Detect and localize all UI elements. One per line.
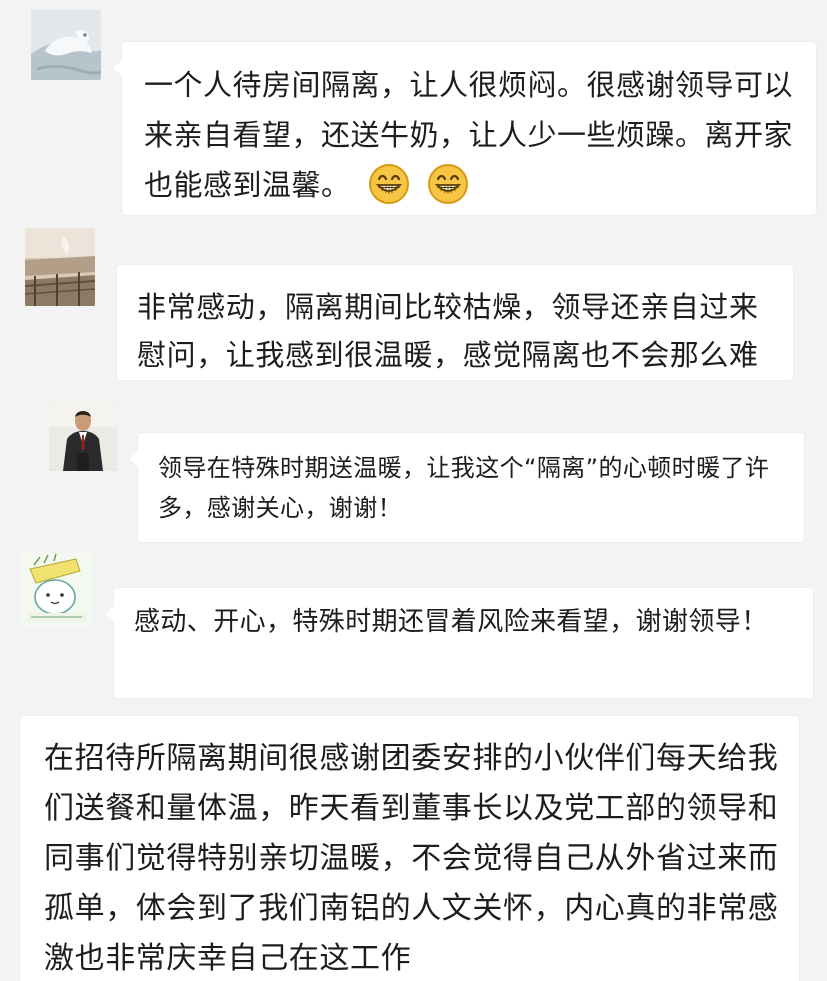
message-text: 感动、开心，特殊时期还冒着风险来看望，谢谢领导！ [134,607,768,637]
message-bubble[interactable]: 非常感动，隔离期间比较枯燥，领导还亲自过来慰问，让我感到很温暖，感觉隔离也不会那… [117,265,793,380]
avatar[interactable] [49,401,117,471]
message-bubble[interactable]: 感动、开心，特殊时期还冒着风险来看望，谢谢领导！ [105,588,813,698]
avatar[interactable] [31,10,101,80]
grinning-face-icon [427,163,469,205]
message-text: 在招待所隔离期间很感谢团委安排的小伙伴们每天给我们送餐和量体温，昨天看到董事长以… [44,741,779,976]
avatar[interactable] [22,553,92,626]
grinning-face-icon [368,163,410,205]
avatar-image [25,228,95,306]
message-bubble[interactable]: 领导在特殊时期送温暖，让我这个“隔离”的心顿时暖了许多，感谢关心，谢谢！ [129,433,804,542]
avatar[interactable] [25,228,95,306]
message-bubble[interactable]: 在招待所隔离期间很感谢团委安排的小伙伴们每天给我们送餐和量体温，昨天看到董事长以… [20,716,799,981]
avatar-image [49,401,117,471]
message-text: 领导在特殊时期送温暖，让我这个“隔离”的心顿时暖了许多，感谢关心，谢谢！ [158,454,770,522]
chat-screen: 一个人待房间隔离，让人很烦闷。很感谢领导可以来亲自看望，还送牛奶，让人少一些烦躁… [0,0,827,981]
message-text: 非常感动，隔离期间比较枯燥，领导还亲自过来慰问，让我感到很温暖，感觉隔离也不会那… [137,290,759,372]
avatar-image [31,10,101,80]
avatar-image [22,553,92,626]
message-bubble[interactable]: 一个人待房间隔离，让人很烦闷。很感谢领导可以来亲自看望，还送牛奶，让人少一些烦躁… [113,42,816,215]
